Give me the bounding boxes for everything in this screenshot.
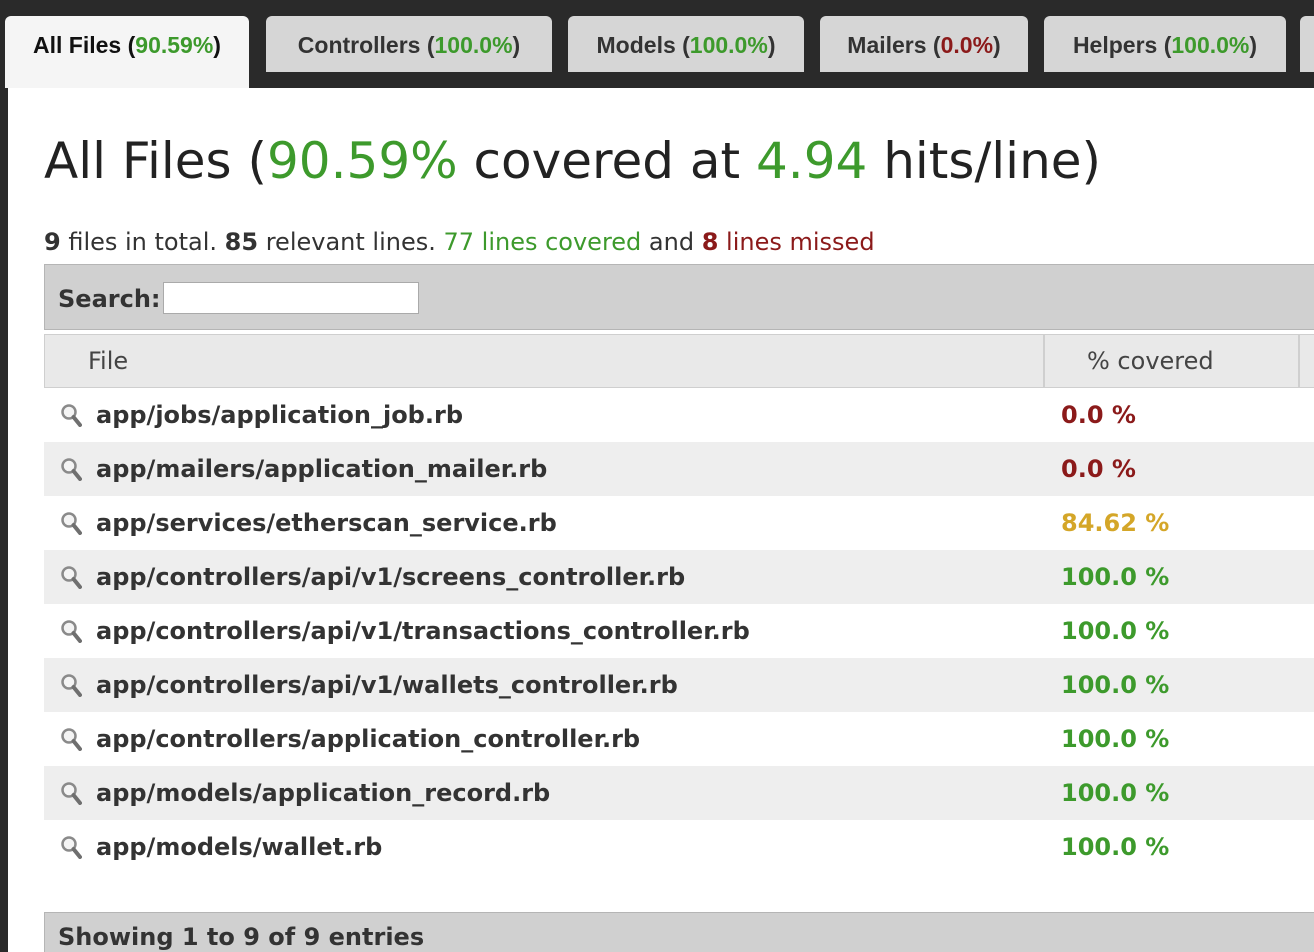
tab-controllers[interactable]: Controllers (100.0%) xyxy=(266,16,552,72)
relevant-count: 85 xyxy=(224,228,259,256)
page-title: All Files (90.59% covered at 4.94 hits/l… xyxy=(44,132,1101,190)
tab-mailers[interactable]: Mailers (0.0%) xyxy=(820,16,1028,72)
tab-label: All Files ( xyxy=(33,32,136,58)
tab-pct: 0.0% xyxy=(940,32,994,58)
title-hits: 4.94 xyxy=(755,132,868,190)
coverage-percent: 84.62 % xyxy=(1061,509,1170,537)
coverage-percent: 100.0 % xyxy=(1061,563,1170,591)
coverage-percent: 100.0 % xyxy=(1061,671,1170,699)
group-tabs: All Files (90.59%) Controllers (100.0%) … xyxy=(0,0,1314,88)
tab-pct: 100.0% xyxy=(1171,32,1250,58)
magnifier-icon[interactable] xyxy=(60,565,82,589)
coverage-percent: 100.0 % xyxy=(1061,725,1170,753)
missed-count: 8 xyxy=(701,228,719,256)
missed-text: lines missed xyxy=(718,228,875,256)
and-text: and xyxy=(641,228,702,256)
tab-pct: 100.0% xyxy=(434,32,513,58)
magnifier-icon[interactable] xyxy=(60,781,82,805)
coverage-summary: 9 files in total. 85 relevant lines. 77 … xyxy=(44,228,875,256)
file-link[interactable]: app/models/wallet.rb xyxy=(96,833,382,861)
title-covered-pct: 90.59% xyxy=(267,132,458,190)
column-header-file-label: File xyxy=(88,347,129,375)
magnifier-icon[interactable] xyxy=(60,511,82,535)
magnifier-icon[interactable] xyxy=(60,673,82,697)
file-link[interactable]: app/controllers/api/v1/transactions_cont… xyxy=(96,617,750,645)
tab-all-files[interactable]: All Files (90.59%) xyxy=(5,16,249,88)
tab-close: ) xyxy=(767,32,776,58)
content-panel: All Files (90.59% covered at 4.94 hits/l… xyxy=(8,88,1314,952)
magnifier-icon[interactable] xyxy=(60,619,82,643)
tab-pct: 100.0% xyxy=(689,32,768,58)
tab-label: Helpers ( xyxy=(1072,32,1172,58)
table-row: app/controllers/api/v1/screens_controlle… xyxy=(44,550,1314,604)
relevant-text: relevant lines. xyxy=(258,228,444,256)
search-bar: Search: xyxy=(44,264,1314,330)
search-input[interactable] xyxy=(163,282,419,314)
tab-label: Models ( xyxy=(596,32,690,58)
tab-pct: 90.59% xyxy=(135,32,214,58)
column-header-covered-label: % covered xyxy=(1087,347,1214,375)
file-table-body: app/jobs/application_job.rb 0.0 % app/mail… xyxy=(44,388,1314,874)
table-header: File % covered xyxy=(44,334,1314,388)
table-row: app/jobs/application_job.rb 0.0 % xyxy=(44,388,1314,442)
table-row: app/mailers/application_mailer.rb 0.0 % xyxy=(44,442,1314,496)
coverage-percent: 0.0 % xyxy=(1061,455,1136,483)
file-link[interactable]: app/controllers/application_controller.r… xyxy=(96,725,640,753)
files-count: 9 xyxy=(44,228,61,256)
title-prefix: All Files ( xyxy=(44,132,267,190)
tab-close: ) xyxy=(512,32,521,58)
title-mid: covered at xyxy=(457,132,756,190)
tab-close: ) xyxy=(1249,32,1258,58)
tab-helpers[interactable]: Helpers (100.0%) xyxy=(1044,16,1286,72)
table-row: app/models/wallet.rb 100.0 % xyxy=(44,820,1314,874)
magnifier-icon[interactable] xyxy=(60,457,82,481)
tab-close: ) xyxy=(993,32,1001,58)
file-link[interactable]: app/services/etherscan_service.rb xyxy=(96,509,557,537)
table-row: app/services/etherscan_service.rb 84.62 % xyxy=(44,496,1314,550)
files-text: files in total. xyxy=(60,228,225,256)
tab-close: ) xyxy=(213,32,221,58)
magnifier-icon[interactable] xyxy=(60,835,82,859)
file-link[interactable]: app/controllers/api/v1/wallets_controlle… xyxy=(96,671,678,699)
magnifier-icon[interactable] xyxy=(60,727,82,751)
coverage-percent: 100.0 % xyxy=(1061,617,1170,645)
search-label: Search: xyxy=(58,285,161,313)
magnifier-icon[interactable] xyxy=(60,403,82,427)
covered-text: 77 lines covered xyxy=(443,228,642,256)
coverage-percent: 100.0 % xyxy=(1061,779,1170,807)
table-row: app/controllers/api/v1/transactions_cont… xyxy=(44,604,1314,658)
table-row: app/controllers/application_controller.r… xyxy=(44,712,1314,766)
coverage-percent: 100.0 % xyxy=(1061,833,1170,861)
table-row: app/controllers/api/v1/wallets_controlle… xyxy=(44,658,1314,712)
tab-models[interactable]: Models (100.0%) xyxy=(568,16,804,72)
tab-next[interactable] xyxy=(1300,16,1314,72)
file-link[interactable]: app/jobs/application_job.rb xyxy=(96,401,463,429)
tab-label: Mailers ( xyxy=(847,32,941,58)
column-header-file[interactable]: File xyxy=(45,335,1045,387)
file-link[interactable]: app/mailers/application_mailer.rb xyxy=(96,455,547,483)
table-row: app/models/application_record.rb 100.0 % xyxy=(44,766,1314,820)
tab-label: Controllers ( xyxy=(297,32,435,58)
table-footer: Showing 1 to 9 of 9 entries xyxy=(44,912,1314,952)
coverage-percent: 0.0 % xyxy=(1061,401,1136,429)
table-info: Showing 1 to 9 of 9 entries xyxy=(58,923,425,951)
file-link[interactable]: app/controllers/api/v1/screens_controlle… xyxy=(96,563,685,591)
title-suffix: hits/line) xyxy=(867,132,1102,190)
column-header-covered[interactable]: % covered xyxy=(1045,335,1300,387)
file-link[interactable]: app/models/application_record.rb xyxy=(96,779,550,807)
